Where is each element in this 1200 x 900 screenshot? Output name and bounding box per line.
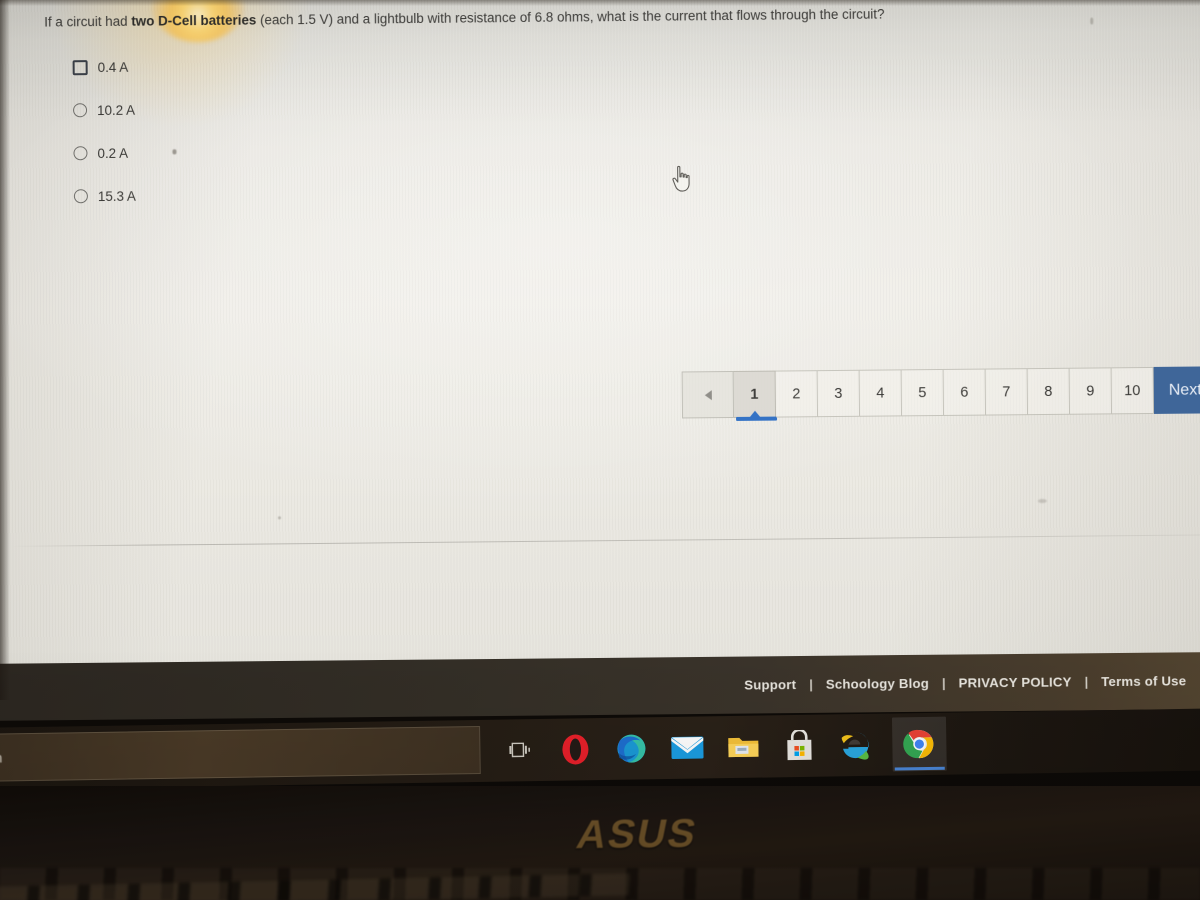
screen-dust-speck — [1037, 498, 1047, 504]
radio-button-icon[interactable] — [73, 189, 88, 204]
answer-option-2[interactable]: 10.2 A — [72, 98, 136, 123]
active-page-underline — [736, 416, 778, 421]
pagination-page-label: 6 — [960, 384, 969, 401]
pagination-page-5[interactable]: 5 — [901, 368, 945, 417]
question-lead: If a circuit had — [44, 13, 132, 30]
internet-explorer-icon[interactable] — [836, 726, 875, 765]
answer-option-label: 0.2 A — [97, 145, 129, 161]
quiz-page-content: POSSIBLE POINTS: 10 If a circuit had two… — [0, 0, 1200, 700]
next-button-label: Next — [1168, 380, 1200, 399]
pagination-page-2[interactable]: 2 — [775, 370, 819, 418]
radio-button-icon[interactable] — [72, 59, 88, 75]
next-question-button[interactable]: Next — [1153, 366, 1200, 414]
pagination-page-label: 4 — [876, 385, 885, 402]
footer-link-terms-of-use[interactable]: Terms of Use — [1101, 673, 1186, 689]
question-text: If a circuit had two D-Cell batteries (e… — [44, 4, 1104, 31]
pagination-page-label: 1 — [750, 386, 759, 403]
answer-option-3[interactable]: 0.2 A — [73, 141, 135, 166]
answer-option-label: 10.2 A — [96, 102, 136, 118]
pagination-page-4[interactable]: 4 — [859, 369, 903, 417]
pagination-page-label: 9 — [1086, 383, 1095, 400]
photographed-laptop-screen: POSSIBLE POINTS: 10 If a circuit had two… — [0, 0, 1200, 900]
pagination-page-label: 5 — [918, 384, 927, 401]
taskbar-search-text: ch — [0, 749, 3, 766]
windows-taskbar: ch — [0, 708, 1200, 790]
answer-option-4[interactable]: 15.3 A — [73, 184, 136, 209]
file-explorer-icon[interactable] — [724, 728, 763, 767]
active-page-pointer-icon — [749, 410, 760, 417]
pagination-page-10[interactable]: 10 — [1111, 366, 1155, 415]
edge-icon[interactable] — [612, 729, 651, 768]
task-view-icon[interactable] — [500, 731, 539, 770]
asus-brand-logo: ASUS — [573, 811, 702, 858]
chrome-icon[interactable] — [891, 716, 947, 772]
pagination-page-6[interactable]: 6 — [943, 368, 987, 416]
question-bold-term: two D-Cell batteries — [131, 12, 257, 29]
pagination-page-label: 2 — [792, 385, 801, 402]
footer-link-privacy-policy[interactable]: PRIVACY POLICY — [959, 674, 1072, 690]
footer-link-schoology-blog[interactable]: Schoology Blog — [826, 676, 929, 692]
pagination-page-8[interactable]: 8 — [1027, 367, 1071, 416]
answer-option-1[interactable]: 0.4 A — [72, 55, 135, 80]
pagination-page-label: 3 — [834, 385, 843, 402]
taskbar-search-input[interactable]: ch — [0, 725, 481, 782]
pointing-hand-cursor — [669, 164, 693, 194]
question-rest: (each 1.5 V) and a lightbulb with resist… — [256, 6, 885, 28]
pagination-page-3[interactable]: 3 — [817, 369, 861, 418]
pagination-page-7[interactable]: 7 — [985, 368, 1029, 416]
content-divider — [11, 534, 1200, 547]
question-pagination: 1 2 3 4 5 6 7 8 9 10 Next — [681, 366, 1200, 421]
footer-separator: | — [941, 675, 946, 691]
taskbar-icon-group — [500, 716, 947, 778]
answer-option-label: 0.4 A — [97, 59, 129, 75]
footer-links: Support | Schoology Blog | PRIVACY POLIC… — [744, 673, 1186, 692]
pagination-page-label: 7 — [1002, 383, 1011, 400]
radio-button-icon[interactable] — [72, 103, 88, 118]
screen-dust-speck — [172, 149, 177, 155]
footer-link-support[interactable]: Support — [744, 677, 796, 692]
pagination-page-label: 8 — [1044, 383, 1053, 400]
pagination-page-1[interactable]: 1 — [733, 370, 778, 421]
mail-icon[interactable] — [668, 728, 707, 767]
pagination-page-9[interactable]: 9 — [1069, 367, 1113, 415]
radio-button-icon[interactable] — [73, 146, 88, 161]
screen-dust-speck — [277, 516, 281, 520]
pagination-page-label: 10 — [1124, 382, 1141, 399]
microsoft-store-icon[interactable] — [780, 727, 819, 766]
footer-separator: | — [809, 676, 813, 692]
screen-dust-speck — [1090, 17, 1094, 25]
pagination-prev-button[interactable] — [681, 370, 735, 419]
answer-option-label: 15.3 A — [97, 188, 136, 204]
answer-options-list: 0.4 A 10.2 A 0.2 A 15.3 A — [72, 55, 137, 228]
triangle-left-icon — [704, 389, 712, 400]
opera-icon[interactable] — [556, 730, 595, 769]
footer-separator: | — [1084, 674, 1089, 690]
